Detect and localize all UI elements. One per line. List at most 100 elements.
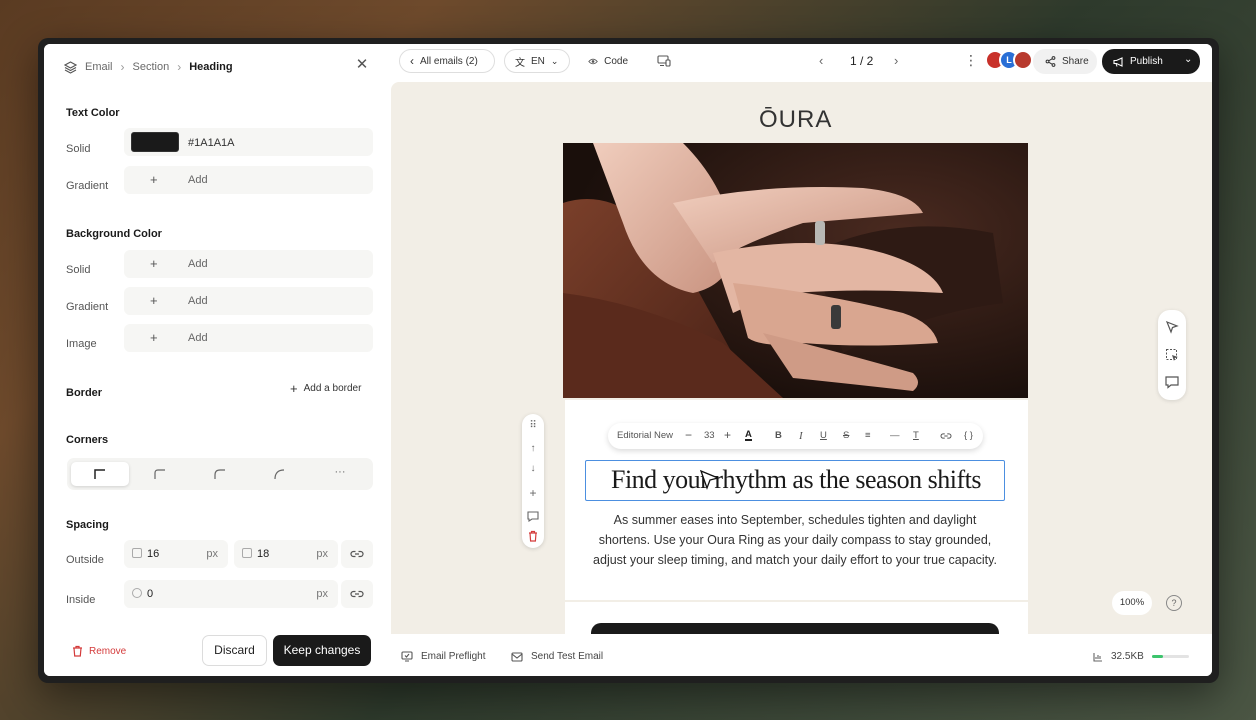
text-solid-hex[interactable]: #1A1A1A bbox=[188, 137, 234, 149]
email-preflight-button[interactable]: Email Preflight bbox=[401, 651, 485, 662]
add-label: Add bbox=[188, 174, 208, 186]
prev-page-icon[interactable]: ‹ bbox=[819, 53, 823, 68]
outside-horizontal-value: 18 bbox=[257, 548, 270, 560]
unit-label: px bbox=[316, 548, 328, 560]
link-inside-button[interactable] bbox=[341, 580, 373, 608]
corner-more-option[interactable]: ··· bbox=[311, 462, 369, 486]
corner-large-icon bbox=[274, 469, 285, 479]
inside-input[interactable]: 0 px bbox=[124, 580, 338, 608]
underline-icon[interactable]: U bbox=[820, 430, 827, 441]
spacing-title: Spacing bbox=[66, 519, 109, 531]
avatar-gmail-2[interactable] bbox=[1013, 50, 1033, 70]
link-values-button[interactable] bbox=[341, 540, 373, 568]
select-area-icon[interactable] bbox=[1164, 347, 1180, 363]
align-icon[interactable]: ≡ bbox=[865, 430, 871, 441]
move-up-icon[interactable]: ↑ bbox=[522, 443, 544, 454]
inside-label: Inside bbox=[66, 594, 96, 606]
corner-small-option[interactable] bbox=[131, 462, 189, 486]
corner-large-option[interactable] bbox=[251, 462, 309, 486]
devices-icon[interactable] bbox=[657, 55, 671, 67]
more-icon: ··· bbox=[334, 466, 346, 478]
plus-icon: + bbox=[150, 330, 158, 345]
bg-image-add[interactable]: + Add bbox=[124, 324, 373, 352]
link-icon bbox=[350, 550, 364, 558]
text-gradient-add[interactable]: + Add bbox=[124, 166, 373, 194]
share-button[interactable]: Share bbox=[1033, 49, 1097, 74]
email-body-text[interactable]: As summer eases into September, schedule… bbox=[592, 510, 998, 570]
zoom-level[interactable]: 100% bbox=[1112, 591, 1152, 615]
remove-button[interactable]: Remove bbox=[72, 645, 126, 657]
outside-vertical-input[interactable]: 16 px bbox=[124, 540, 228, 568]
corners-title: Corners bbox=[66, 434, 109, 446]
inside-value: 0 bbox=[147, 588, 154, 600]
language-select[interactable]: 文 EN ⌄ bbox=[504, 49, 570, 73]
help-icon[interactable]: ? bbox=[1166, 595, 1182, 611]
share-label: Share bbox=[1062, 56, 1089, 67]
bg-solid-add[interactable]: + Add bbox=[124, 250, 373, 278]
bold-icon[interactable]: B bbox=[775, 430, 782, 441]
color-swatch[interactable] bbox=[131, 132, 179, 152]
padding-horizontal-icon bbox=[242, 548, 252, 558]
delete-block-icon[interactable] bbox=[528, 530, 538, 542]
canvas-tools bbox=[1158, 310, 1186, 400]
clear-format-icon[interactable]: T bbox=[913, 430, 919, 441]
send-test-email-button[interactable]: Send Test Email bbox=[511, 651, 603, 662]
preflight-icon bbox=[401, 651, 413, 662]
more-options-icon[interactable]: ⋮ bbox=[964, 52, 978, 69]
padding-inside-icon bbox=[132, 588, 142, 598]
padding-vertical-icon bbox=[132, 548, 142, 558]
select-pointer-icon[interactable] bbox=[1164, 319, 1180, 335]
italic-icon[interactable]: I bbox=[799, 430, 803, 442]
background-color-title: Background Color bbox=[66, 228, 162, 240]
plus-icon: + bbox=[290, 381, 298, 396]
keep-changes-button[interactable]: Keep changes bbox=[273, 635, 371, 666]
strikethrough-icon[interactable]: S bbox=[843, 430, 849, 441]
chevron-down-icon: ⌄ bbox=[550, 55, 559, 66]
corner-square-option[interactable] bbox=[71, 462, 129, 486]
comment-icon[interactable] bbox=[527, 511, 539, 522]
properties-panel: Email › Section › Heading ✕ Text Color S… bbox=[44, 44, 391, 676]
megaphone-icon bbox=[1113, 56, 1123, 67]
email-heading[interactable]: Find your rhythm as the season shifts bbox=[586, 465, 1006, 495]
chevron-down-icon[interactable]: ⌄ bbox=[1184, 54, 1192, 65]
outside-horizontal-input[interactable]: 18 px bbox=[234, 540, 338, 568]
breadcrumb-email[interactable]: Email bbox=[85, 61, 113, 73]
corner-square-icon bbox=[94, 469, 105, 479]
all-emails-button[interactable]: ‹ All emails (2) bbox=[399, 49, 495, 73]
status-bar: Email Preflight Send Test Email 32.5KB bbox=[391, 634, 1212, 676]
chevron-right-icon: › bbox=[120, 60, 125, 74]
add-border-button[interactable]: + Add a border bbox=[290, 381, 361, 396]
bg-gradient-add[interactable]: + Add bbox=[124, 287, 373, 315]
variable-icon[interactable]: { } bbox=[964, 430, 973, 441]
link-icon[interactable] bbox=[940, 431, 952, 441]
breadcrumb: Email › Section › Heading bbox=[64, 58, 233, 76]
corner-medium-option[interactable] bbox=[191, 462, 249, 486]
decrease-size-icon[interactable]: − bbox=[685, 428, 692, 442]
divider-icon[interactable]: — bbox=[890, 430, 900, 441]
drag-handle-icon[interactable]: ⠿ bbox=[522, 420, 544, 431]
font-family-select[interactable]: Editorial New bbox=[617, 430, 673, 441]
plus-icon: + bbox=[150, 256, 158, 271]
font-size-value[interactable]: 33 bbox=[704, 430, 715, 441]
next-page-icon[interactable]: › bbox=[894, 53, 898, 68]
email-canvas: ŌURA ⠿ ↑ ↓ + Editorial New − 33 + A B I … bbox=[391, 82, 1212, 642]
hero-image[interactable] bbox=[563, 143, 1028, 398]
text-solid-label: Solid bbox=[66, 143, 91, 155]
discard-button[interactable]: Discard bbox=[202, 635, 267, 666]
text-color-icon[interactable]: A bbox=[745, 430, 752, 441]
increase-size-icon[interactable]: + bbox=[724, 428, 731, 442]
breadcrumb-section[interactable]: Section bbox=[133, 61, 170, 73]
corner-small-icon bbox=[154, 469, 165, 479]
comment-icon[interactable] bbox=[1164, 374, 1180, 390]
add-block-icon[interactable]: + bbox=[522, 486, 544, 500]
mouse-cursor-icon bbox=[699, 469, 721, 490]
code-button[interactable]: Code bbox=[577, 49, 639, 73]
corner-radius-selector: ··· bbox=[67, 458, 373, 490]
move-down-icon[interactable]: ↓ bbox=[522, 463, 544, 474]
heading-block[interactable]: Find your rhythm as the season shifts bbox=[585, 460, 1005, 501]
publish-button[interactable]: Publish ⌄ bbox=[1102, 49, 1200, 74]
close-icon[interactable]: ✕ bbox=[354, 56, 370, 74]
corner-medium-icon bbox=[214, 469, 225, 479]
eye-icon bbox=[588, 58, 598, 64]
add-label: Add bbox=[188, 332, 208, 344]
